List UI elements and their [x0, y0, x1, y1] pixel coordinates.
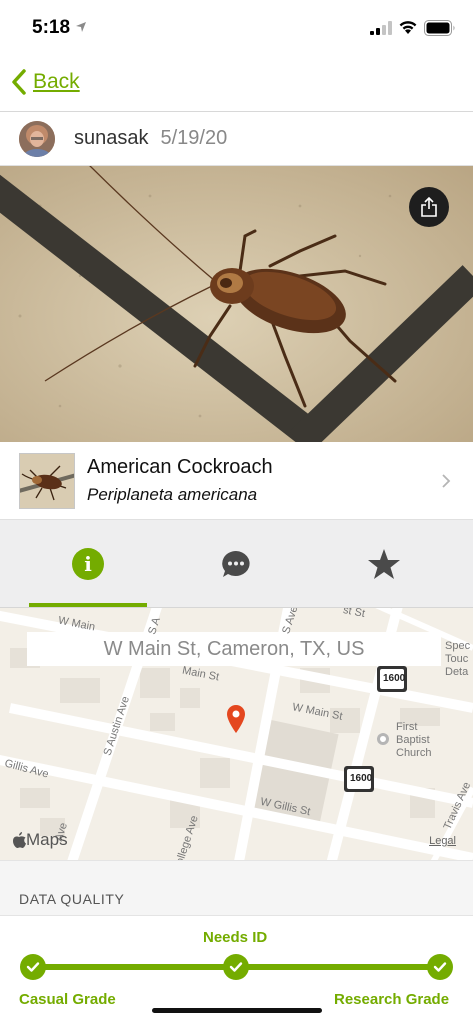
observation-date: 5/19/20	[160, 127, 228, 149]
research-grade-label: Research Grade	[334, 991, 450, 1008]
research-grade-check-icon	[427, 954, 453, 980]
back-label: Back	[33, 70, 80, 93]
comments-icon	[222, 551, 250, 577]
cockroach-photo	[0, 166, 473, 442]
taxon-common-name: American Cockroach	[87, 456, 273, 478]
map-label-spec: Spec	[445, 640, 471, 652]
casual-grade-label: Casual Grade	[19, 991, 116, 1008]
taxon-row[interactable]: American Cockroach Periplaneta americana	[0, 442, 473, 520]
share-button[interactable]	[409, 187, 449, 227]
needs-id-check-icon	[223, 954, 249, 980]
highway-label-2: 1600	[350, 773, 373, 784]
map-label-touch: Touc	[445, 653, 469, 665]
observation-photo[interactable]	[0, 166, 473, 442]
data-quality-title: DATA QUALITY	[19, 891, 125, 907]
map-label-baptist: Baptist	[396, 734, 430, 746]
maps-logo-text: Maps	[26, 830, 68, 849]
wifi-icon	[399, 21, 417, 34]
battery-icon	[424, 20, 455, 36]
active-tab-indicator	[29, 603, 147, 607]
observer-username[interactable]: sunasak	[74, 127, 149, 150]
maps-legal-link[interactable]: Legal	[429, 835, 456, 847]
status-bar: 5:18	[0, 0, 473, 56]
home-indicator[interactable]	[152, 1008, 322, 1013]
tab-favorites[interactable]	[325, 520, 443, 608]
location-map[interactable]: W Main St, Cameron, TX, US W Main S A S …	[0, 608, 473, 860]
needs-id-label: Needs ID	[203, 929, 268, 946]
cellular-signal-icon	[370, 21, 392, 35]
tab-info[interactable]: i	[29, 520, 147, 608]
location-arrow-icon	[76, 22, 86, 32]
info-icon: i	[72, 548, 104, 580]
casual-grade-check-icon	[20, 954, 46, 980]
share-icon	[421, 197, 437, 217]
back-button[interactable]: Back	[10, 68, 80, 96]
taxon-thumbnail	[19, 452, 75, 509]
observation-tabs: i	[0, 520, 473, 608]
star-icon	[368, 549, 400, 579]
apple-maps-logo: Maps	[12, 830, 68, 850]
observer-row[interactable]: sunasak 5/19/20	[0, 112, 473, 166]
data-quality-header: DATA QUALITY	[0, 860, 473, 916]
status-time: 5:18	[32, 17, 71, 38]
navigation-bar: Back	[0, 56, 473, 112]
map-address-banner: W Main St, Cameron, TX, US	[27, 632, 441, 666]
map-label-church: Church	[396, 747, 432, 759]
taxon-scientific-name: Periplaneta americana	[87, 485, 258, 504]
avatar[interactable]	[19, 120, 55, 157]
chevron-right-icon	[442, 474, 451, 488]
avatar-image	[19, 120, 55, 157]
map-pin-icon[interactable]	[226, 704, 246, 734]
map-label-deta: Deta	[445, 666, 469, 678]
taxon-thumbnail-image	[20, 453, 74, 508]
map-label-first: First	[396, 721, 418, 733]
chevron-left-icon	[12, 69, 26, 95]
tab-comments[interactable]	[177, 520, 295, 608]
apple-logo-icon	[13, 832, 26, 848]
highway-label-1: 1600	[383, 673, 406, 684]
